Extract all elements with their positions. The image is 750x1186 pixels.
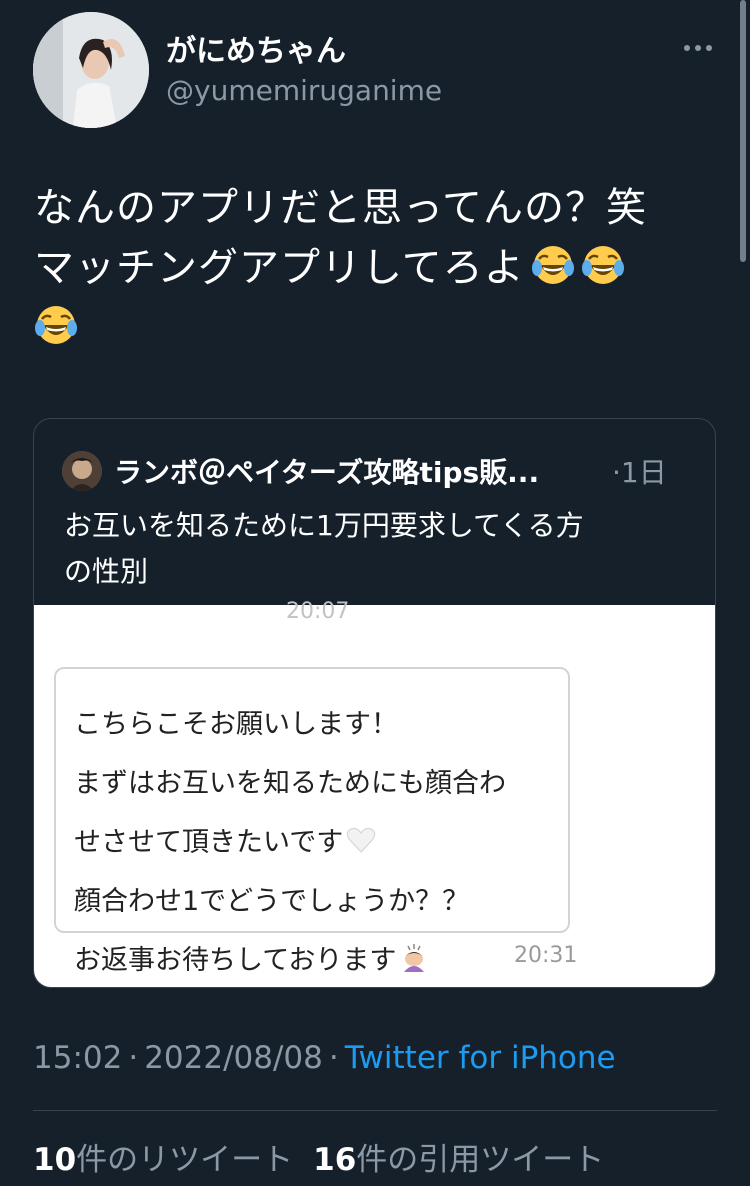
scrollbar[interactable]: [740, 0, 746, 262]
chat-message-bubble: こちらこそお願いします！ まずはお互いを知るためにも顔合わ せさせて頂きたいです…: [54, 667, 570, 976]
author-handle[interactable]: @yumemiruganime: [166, 74, 442, 107]
person-bowing-icon: [404, 944, 425, 972]
retweets-count: 10: [33, 1142, 77, 1178]
quoted-author-avatar: [62, 451, 102, 491]
tweet-metadata: 15:02 · 2022/08/08 · Twitter for iPhone: [33, 1040, 616, 1076]
separator-dot: ·: [328, 1040, 339, 1076]
tweet-text: なんのアプリだと思ってんの？笑 マッチングアプリしてろよ: [34, 178, 724, 358]
quoted-tweet-time: ·1日: [612, 451, 667, 491]
chat-message-line: こちらこそお願いします！: [74, 709, 398, 740]
quoted-tweet-image[interactable]: 20:07 こちらこそお願いします！ まずはお互いを知るためにも顔合わ せさせて…: [34, 599, 715, 987]
chat-message-line: 顔合わせ1でどうでしょうか？？: [74, 886, 470, 917]
quoted-tweet-text: お互いを知るために1万円要求してくる方 の性別: [64, 503, 684, 595]
quote-tweets-stat[interactable]: 16件の引用ツイート: [313, 1142, 604, 1178]
quote-tweets-label: 件の引用ツイート: [356, 1142, 605, 1178]
tweet-text-line: なんのアプリだと思ってんの？笑: [34, 185, 647, 231]
chat-timestamp: 20:07: [286, 599, 350, 624]
quoted-tweet-relative-time: 1日: [620, 456, 667, 489]
tweet-date[interactable]: 2022/08/08: [144, 1040, 323, 1076]
quoted-tweet-card[interactable]: ランボ＠ペイターズ攻略tips販... ·1日 お互いを知るために1万円要求して…: [33, 418, 716, 988]
tweet-text-line-with-emoji: マッチングアプリしてろよ: [34, 238, 724, 298]
chat-message-line: まずはお互いを知るためにも顔合わ: [74, 768, 506, 799]
face-with-tears-of-joy-icon: [531, 243, 575, 287]
more-options-icon[interactable]: [684, 36, 716, 60]
tweet-text-line: マッチングアプリしてろよ: [34, 245, 525, 291]
retweets-stat[interactable]: 10件のリツイート: [33, 1142, 293, 1178]
divider: [33, 1110, 717, 1111]
chat-message-line-with-emoji: お返事お待ちしております: [74, 931, 506, 987]
tweet-time[interactable]: 15:02: [33, 1040, 122, 1076]
separator-dot: ·: [128, 1040, 139, 1076]
separator-dot: ·: [612, 456, 621, 489]
retweets-label: 件のリツイート: [76, 1142, 294, 1178]
chat-message-line: お返事お待ちしております: [74, 945, 397, 976]
face-with-tears-of-joy-icon: [34, 303, 78, 347]
chat-message-line-with-emoji: せさせて頂きたいです: [74, 813, 506, 872]
tweet-text-emoji-line: [34, 298, 724, 358]
chat-timestamp: 20:31: [514, 943, 578, 968]
face-with-tears-of-joy-icon: [581, 243, 625, 287]
tweet-stats: 10件のリツイート 16件の引用ツイート: [33, 1134, 604, 1179]
chat-message-text: こちらこそお願いします！ まずはお互いを知るためにも顔合わ せさせて頂きたいです…: [74, 695, 506, 987]
quoted-tweet-text-line: お互いを知るために1万円要求してくる方: [64, 509, 584, 542]
quoted-author-name: ランボ＠ペイターズ攻略tips販...: [114, 456, 540, 489]
quoted-tweet-text-line: の性別: [64, 555, 149, 588]
quote-tweets-count: 16: [313, 1142, 357, 1178]
white-heart-icon: [347, 827, 376, 853]
tweet-client-link[interactable]: Twitter for iPhone: [345, 1040, 616, 1076]
author-avatar[interactable]: [33, 12, 149, 128]
chat-message-line: せさせて頂きたいです: [74, 827, 344, 858]
author-name[interactable]: がにめちゃん: [166, 26, 346, 70]
